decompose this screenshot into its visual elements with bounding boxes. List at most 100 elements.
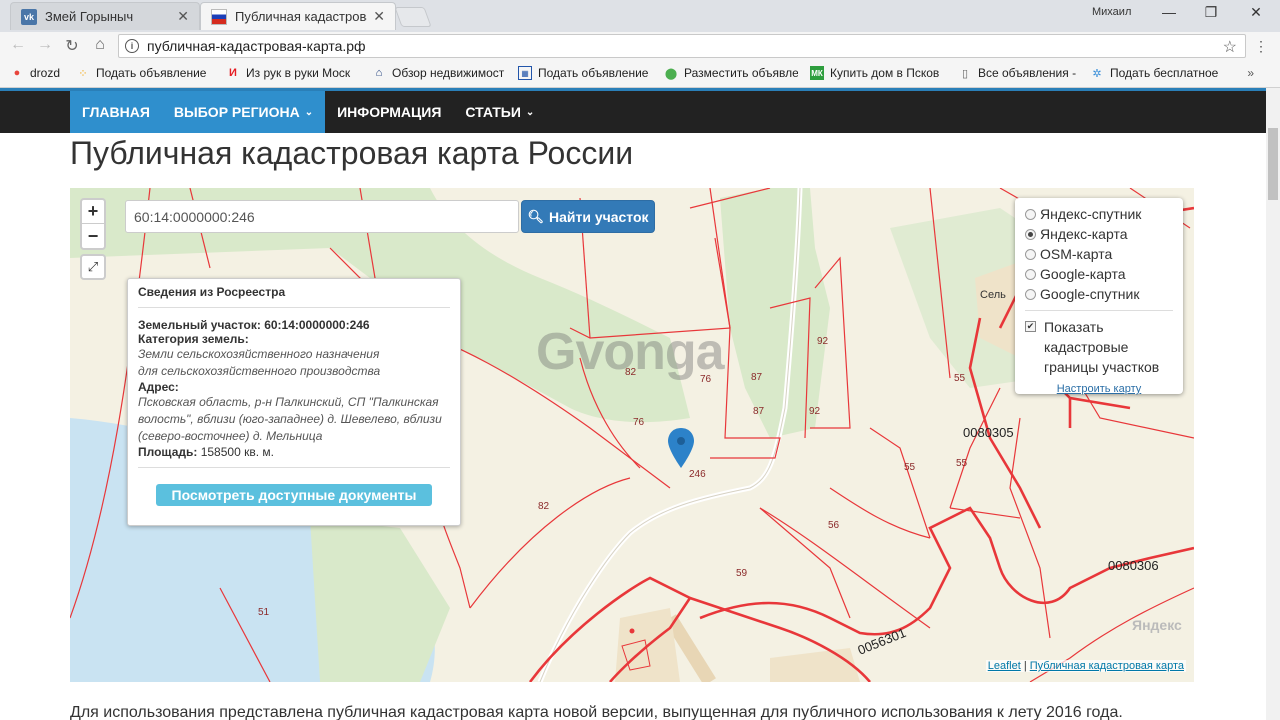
pin-icon: ⬤ (664, 67, 678, 80)
site-navbar: ГЛАВНАЯ ВЫБОР РЕГИОНА ⌄ ИНФОРМАЦИЯ СТАТЬ… (0, 88, 1266, 133)
parcel-label: 56 (828, 520, 840, 531)
radio-button[interactable] (1025, 268, 1036, 280)
parcel-label: 87 (753, 406, 765, 417)
grid-icon: ▦ (518, 66, 532, 80)
profile-name[interactable]: Михаил (1092, 6, 1131, 18)
fullscreen-button[interactable]: ⤢ (80, 254, 106, 280)
menu-icon[interactable]: ⋮ (1254, 38, 1268, 55)
dots-icon: ⁘ (78, 67, 88, 80)
parcel-label: 76 (633, 417, 645, 428)
close-tab-icon[interactable]: ✕ (177, 8, 189, 25)
zoom-out-button[interactable]: − (82, 224, 104, 248)
nav-region[interactable]: ВЫБОР РЕГИОНА ⌄ (161, 91, 326, 133)
forest-area (720, 188, 830, 438)
checkbox[interactable]: ✔ (1025, 321, 1036, 332)
parcel-label: 82 (538, 501, 550, 512)
back-icon[interactable]: ← (8, 36, 28, 54)
show-cadastral-toggle[interactable]: ✔ Показать кадастровые границы участков (1025, 317, 1173, 377)
web-page: ГЛАВНАЯ ВЫБОР РЕГИОНА ⌄ ИНФОРМАЦИЯ СТАТЬ… (0, 88, 1266, 720)
layer-option[interactable]: Google-спутник (1025, 284, 1173, 304)
cadastral-map[interactable]: 82 76 87 92 87 92 76 246 82 55 55 008030… (70, 188, 1194, 682)
bookmark-item[interactable]: ● drozd (10, 66, 70, 80)
tab-cadastral[interactable]: Публичная кадастровая ✕ (200, 2, 396, 30)
bookmark-item[interactable]: ⁘ Подать объявление (76, 66, 208, 80)
layer-option[interactable]: Google-карта (1025, 264, 1173, 284)
reload-icon[interactable]: ↻ (62, 36, 82, 56)
chevron-down-icon: ⌄ (525, 106, 535, 118)
bookmark-item[interactable]: МК Купить дом в Псков (810, 66, 946, 80)
parcel-number-row: Земельный участок: 60:14:0000000:246 (138, 318, 370, 332)
radio-button[interactable] (1025, 208, 1036, 220)
parcel-label: 51 (258, 607, 270, 618)
star-icon: ✲ (1092, 67, 1102, 80)
search-icon: 🔍︎ (527, 208, 544, 224)
restore-icon[interactable]: ❐ (1199, 4, 1223, 21)
parcel-label: 92 (817, 336, 829, 347)
cadastral-number-input[interactable] (125, 200, 519, 233)
new-tab-button[interactable] (394, 7, 432, 27)
find-parcel-button[interactable]: 🔍︎ Найти участок (521, 200, 655, 233)
minimize-icon[interactable]: — (1157, 4, 1181, 20)
parcel-label: 55 (954, 373, 966, 384)
forward-icon[interactable]: → (35, 36, 55, 54)
leaflet-link[interactable]: Leaflet (988, 660, 1021, 672)
house-icon: ⌂ (375, 67, 383, 79)
category-value: Земли сельскохозяйственного назначения д… (138, 347, 381, 378)
zoom-in-button[interactable]: + (82, 200, 104, 224)
tab-title: Публичная кадастровая (235, 9, 368, 24)
mk-icon: МК (810, 66, 824, 80)
bookmark-star-icon[interactable]: ☆ (1223, 37, 1237, 57)
bookmark-item[interactable]: ⌂ Обзор недвижимост (372, 66, 508, 80)
layer-option[interactable]: Яндекс-спутник (1025, 204, 1173, 224)
category-label: Категория земель: (138, 332, 249, 346)
bookmark-item[interactable]: ▦ Подать объявление (518, 66, 654, 80)
address-label: Адрес: (138, 380, 179, 394)
close-window-icon[interactable]: ✕ (1244, 4, 1268, 21)
layer-switcher: Яндекс-спутник Яндекс-карта OSM-карта Go… (1015, 198, 1183, 395)
parcel-label: 92 (809, 406, 821, 417)
tab-vk[interactable]: vk Змей Горыныч ✕ (10, 2, 200, 30)
radio-button[interactable] (1025, 288, 1036, 300)
nav-information[interactable]: ИНФОРМАЦИЯ (325, 91, 453, 133)
parcel-label: 87 (751, 372, 763, 383)
page-scrollbar[interactable] (1266, 88, 1280, 720)
bookmarks-more-icon[interactable]: » (1247, 66, 1254, 80)
layer-option[interactable]: Яндекс-карта (1025, 224, 1173, 244)
bookmark-item[interactable]: ▯ Все объявления - (958, 66, 1080, 80)
apps-icon: ● (13, 67, 21, 79)
configure-map-link[interactable]: Настроить карту (1025, 383, 1173, 395)
layer-option[interactable]: OSM-карта (1025, 244, 1173, 264)
nav-articles[interactable]: СТАТЬИ ⌄ (453, 91, 546, 133)
watermark-logo: Gvonga (536, 323, 725, 381)
nav-home[interactable]: ГЛАВНАЯ (70, 91, 162, 133)
browser-toolbar: ← → ↻ ⌂ i публичная-кадастровая-карта.рф… (0, 32, 1280, 60)
intro-paragraph: Для использования представлена публичная… (70, 704, 1123, 720)
bookmark-item[interactable]: И Из рук в руки Моск (226, 66, 360, 80)
tab-strip: vk Змей Горыныч ✕ Публичная кадастровая … (0, 0, 1280, 32)
parcel-label: 246 (689, 469, 706, 480)
bookmark-item[interactable]: ⬤ Разместить объявле (664, 66, 798, 80)
russia-flag-icon (211, 8, 227, 25)
parcel-label: Сель (980, 289, 1006, 301)
area-row: Площадь: 158500 кв. м. (138, 445, 274, 459)
panel-title: Сведения из Росреестра (138, 285, 450, 308)
home-icon[interactable]: ⌂ (90, 36, 110, 54)
page-icon: ▯ (961, 67, 969, 80)
address-bar[interactable]: i публичная-кадастровая-карта.рф ☆ (118, 34, 1246, 58)
url-text: публичная-кадастровая-карта.рф (147, 38, 366, 54)
parcel-label: 55 (956, 458, 968, 469)
vk-icon: vk (21, 8, 37, 25)
parcel-label: 0056301 (856, 625, 909, 658)
close-tab-icon[interactable]: ✕ (373, 8, 385, 25)
parcel-label: 0080305 (963, 425, 1014, 440)
bookmark-item[interactable]: ✲ Подать бесплатное (1090, 66, 1224, 80)
site-info-icon[interactable]: i (125, 39, 139, 53)
radio-button[interactable] (1025, 228, 1036, 240)
address-value: Псковская область, р-н Палкинский, СП "П… (138, 395, 442, 443)
radio-button[interactable] (1025, 248, 1036, 260)
scrollbar-thumb[interactable] (1268, 128, 1278, 200)
map-marker-icon (668, 428, 694, 468)
source-link[interactable]: Публичная кадастровая карта (1030, 660, 1184, 672)
view-documents-button[interactable]: Посмотреть доступные документы (156, 484, 432, 506)
tab-title: Змей Горыныч (45, 9, 134, 24)
